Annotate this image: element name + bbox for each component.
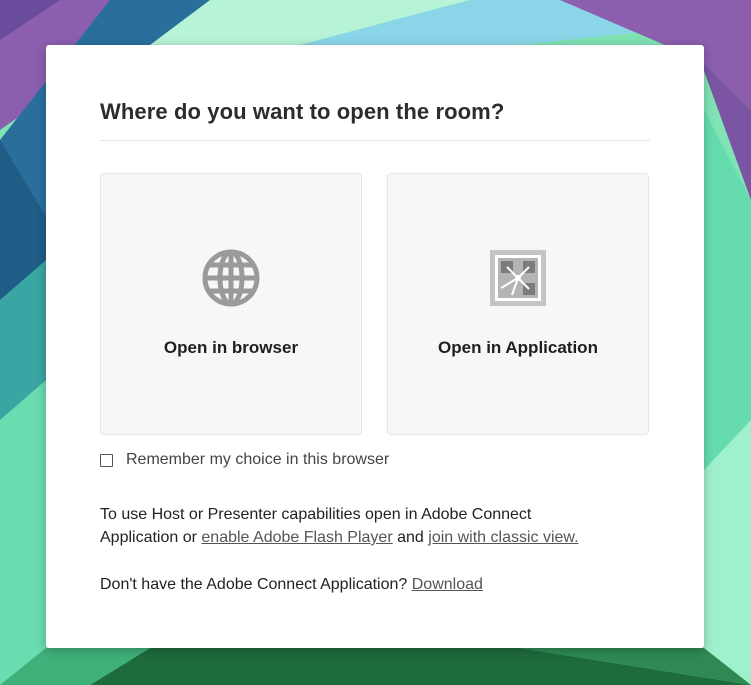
open-room-dialog: Where do you want to open the room? Open… [46, 45, 704, 648]
download-link[interactable]: Download [412, 576, 483, 593]
title-divider [100, 140, 650, 141]
info-line-2-prefix: Application or [100, 529, 197, 546]
remember-choice-checkbox[interactable] [100, 453, 113, 467]
host-presenter-info: To use Host or Presenter capabilities op… [100, 503, 660, 549]
open-in-application-option[interactable]: Open in Application [387, 173, 649, 435]
info-line-1: To use Host or Presenter capabilities op… [100, 506, 532, 523]
open-in-application-label: Open in Application [438, 338, 598, 357]
open-in-browser-label: Open in browser [163, 338, 299, 357]
open-in-browser-option[interactable]: Open in browser [100, 173, 362, 435]
dialog-title: Where do you want to open the room? [100, 99, 505, 124]
join-classic-view-link[interactable]: join with classic view. [428, 529, 578, 546]
enable-flash-player-link[interactable]: enable Adobe Flash Player [201, 529, 392, 546]
info-line-2: Application or enable Adobe Flash Player… [100, 526, 660, 549]
download-prompt-row: Don't have the Adobe Connect Application… [100, 573, 483, 596]
info-and-text: and [397, 529, 424, 546]
globe-icon [202, 249, 260, 307]
remember-choice-row[interactable]: Remember my choice in this browser [100, 449, 389, 471]
download-prompt: Don't have the Adobe Connect Application… [100, 576, 408, 593]
remember-choice-label: Remember my choice in this browser [126, 451, 390, 468]
adobe-connect-app-icon [490, 250, 546, 306]
